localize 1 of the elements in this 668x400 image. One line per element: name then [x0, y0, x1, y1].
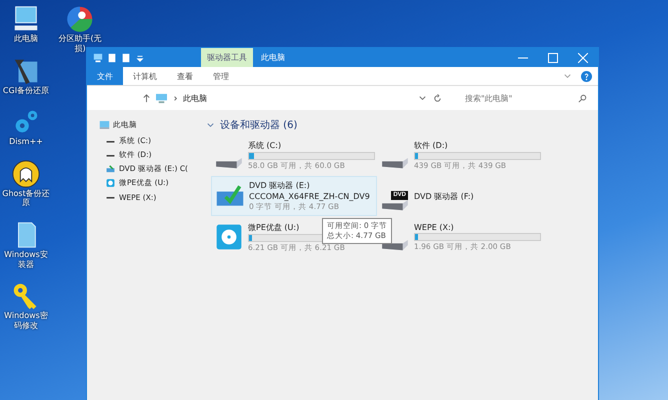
window-title: 此电脑 — [260, 52, 285, 64]
